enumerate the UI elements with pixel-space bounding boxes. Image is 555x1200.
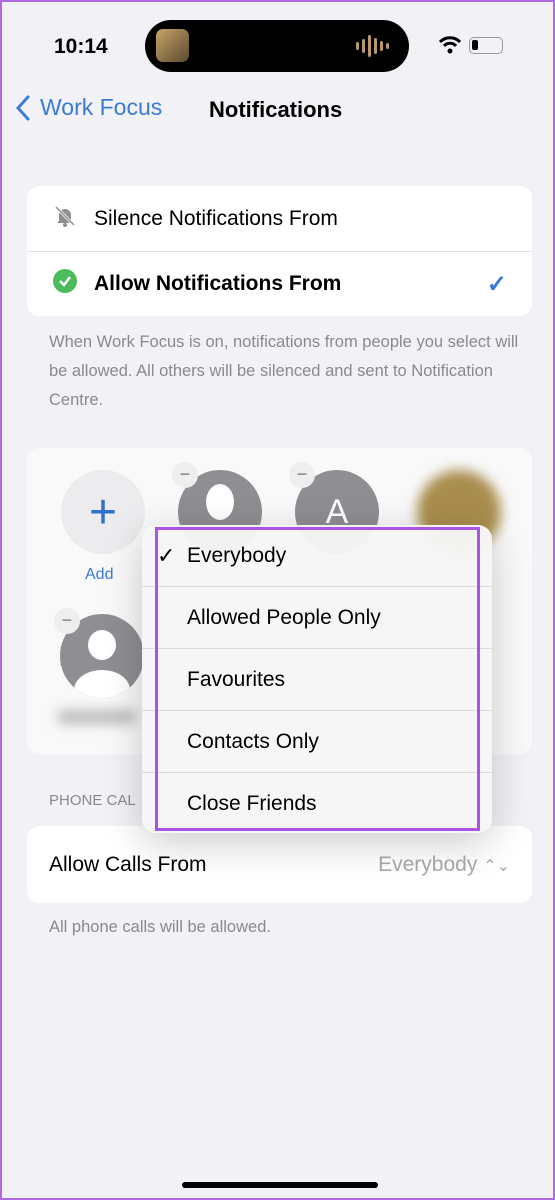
allow-calls-from-row[interactable]: Allow Calls From Everybody ⌃⌄ bbox=[27, 826, 532, 903]
checkmark-icon: ✓ bbox=[486, 270, 507, 298]
status-time: 10:14 bbox=[54, 35, 108, 58]
chevron-left-icon bbox=[16, 95, 30, 120]
remove-contact-button[interactable]: − bbox=[54, 608, 80, 634]
home-indicator[interactable] bbox=[182, 1182, 378, 1188]
allow-notifications-option[interactable]: Allow Notifications From ✓ bbox=[27, 251, 532, 316]
phone-calls-header: PHONE CAL bbox=[49, 792, 136, 809]
back-button[interactable]: Work Focus bbox=[16, 94, 162, 121]
remove-contact-button[interactable]: − bbox=[289, 462, 315, 488]
contact-name-blurred bbox=[57, 710, 137, 724]
wifi-icon bbox=[438, 36, 462, 54]
calls-value: Everybody bbox=[378, 852, 478, 876]
add-person-button[interactable]: + bbox=[61, 470, 145, 554]
calls-label: Allow Calls From bbox=[49, 852, 207, 876]
page-title: Notifications bbox=[209, 97, 343, 122]
bell-slash-icon bbox=[52, 204, 78, 234]
calls-note: All phone calls will be allowed. bbox=[49, 918, 271, 936]
notification-mode-list: Silence Notifications From Allow Notific… bbox=[27, 186, 532, 316]
option-label: Silence Notifications From bbox=[94, 206, 338, 230]
option-label: Allow Notifications From bbox=[94, 272, 342, 295]
now-playing-artwork bbox=[156, 29, 189, 62]
plus-icon: + bbox=[88, 485, 118, 539]
back-label: Work Focus bbox=[40, 94, 163, 120]
dynamic-island[interactable] bbox=[145, 20, 409, 72]
highlight-annotation bbox=[155, 527, 480, 831]
chevron-up-down-icon: ⌃⌄ bbox=[483, 857, 510, 875]
add-label: Add bbox=[85, 566, 114, 583]
battery-icon bbox=[469, 37, 503, 54]
notification-description: When Work Focus is on, notifications fro… bbox=[49, 333, 519, 409]
green-badge-check-icon bbox=[52, 268, 78, 300]
audio-waveform-icon bbox=[356, 35, 389, 57]
remove-contact-button[interactable]: − bbox=[172, 462, 198, 488]
silence-notifications-option[interactable]: Silence Notifications From bbox=[27, 186, 532, 251]
